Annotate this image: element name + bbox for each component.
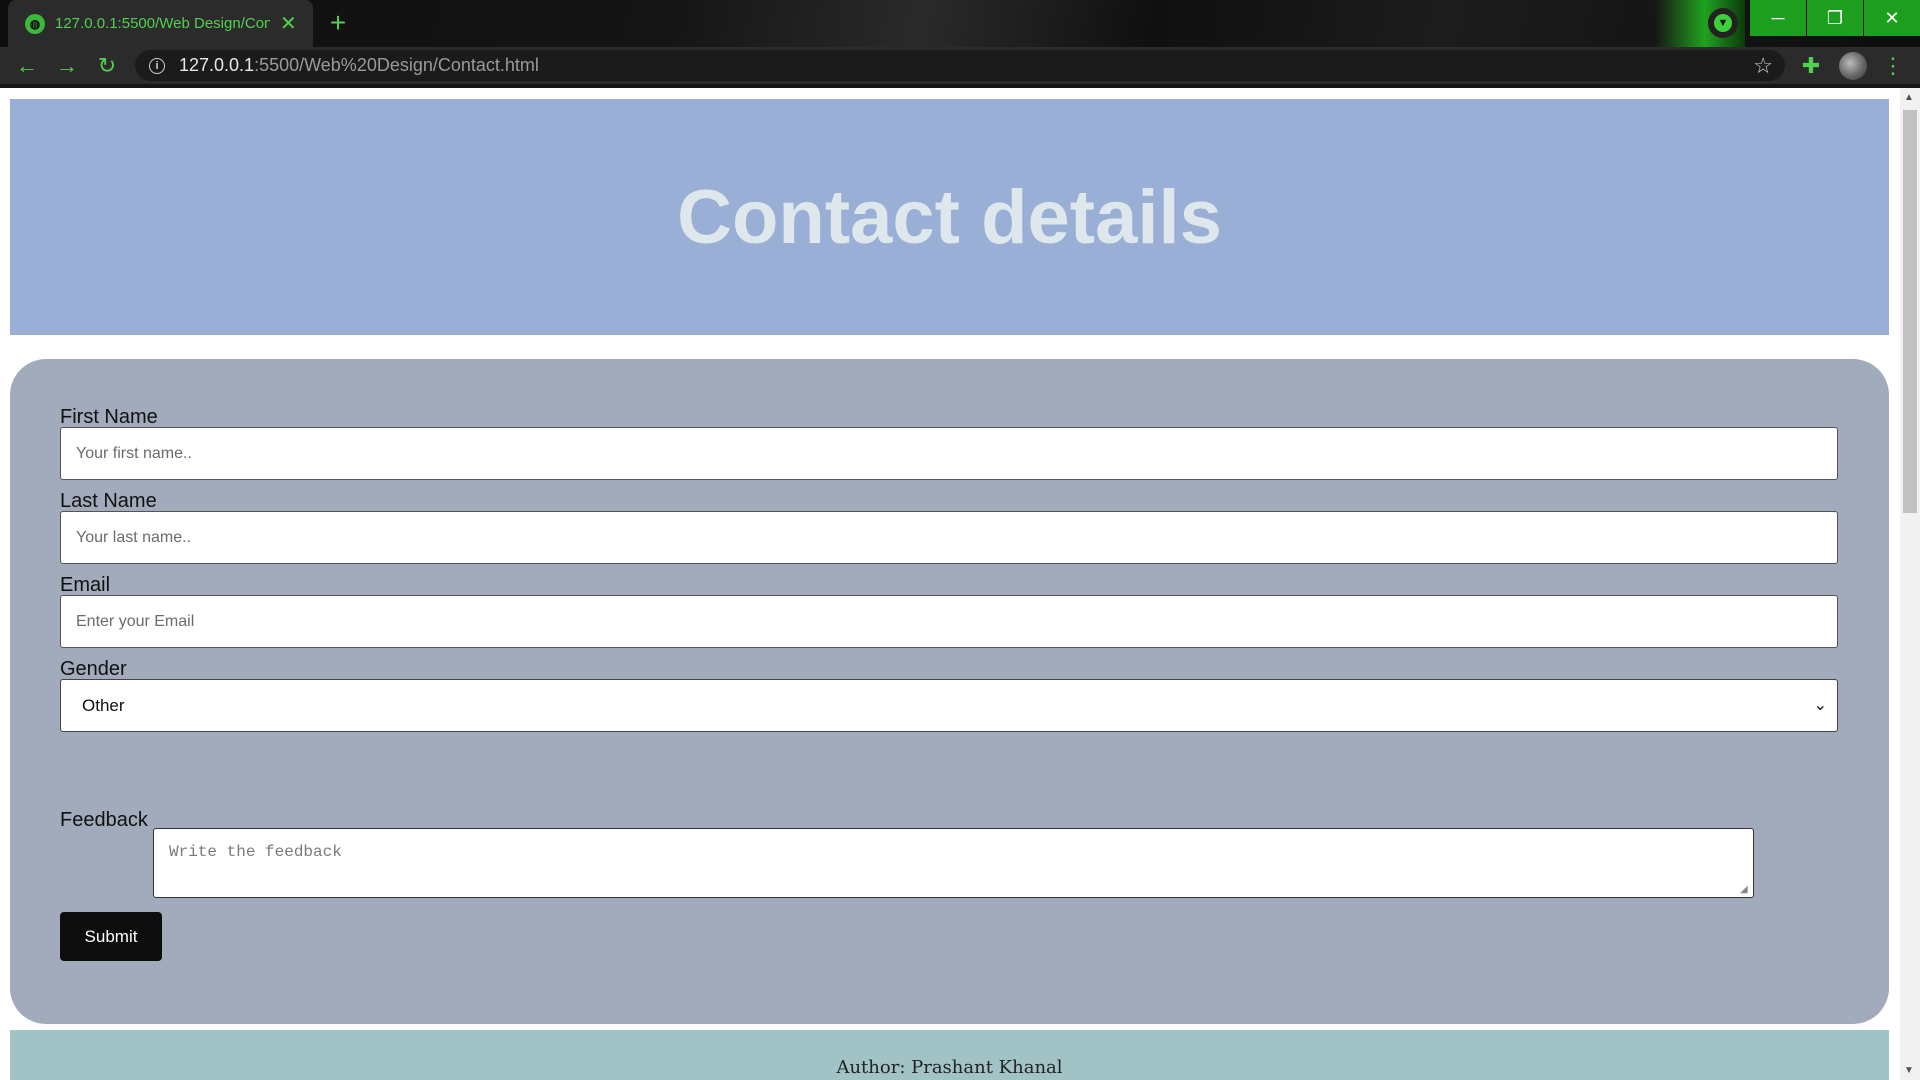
minimize-button[interactable]: ─ — [1750, 0, 1806, 36]
chevron-down-icon: ⌄ — [1813, 697, 1827, 714]
address-bar[interactable]: i 127.0.0.1:5500/Web%20Design/Contact.ht… — [135, 50, 1785, 81]
extension-button[interactable]: ▼ — [1708, 8, 1738, 38]
footer: Author: Prashant Khanal — [10, 1030, 1889, 1080]
reload-icon[interactable]: ↻ — [94, 53, 120, 79]
header-banner: Contact details — [10, 99, 1889, 335]
back-icon[interactable]: ← — [14, 53, 40, 79]
feedback-label: Feedback — [60, 809, 148, 831]
info-icon[interactable]: i — [149, 57, 165, 74]
gender-selected-value: Other — [82, 695, 125, 715]
email-input[interactable] — [60, 595, 1838, 648]
page-content: Contact details First Name Last Name Ema… — [0, 88, 1900, 1080]
url-text: 127.0.0.1:5500/Web%20Design/Contact.html — [179, 55, 539, 76]
email-label: Email — [60, 574, 111, 596]
author-credit: Author: Prashant Khanal — [836, 1057, 1063, 1078]
browser-tab[interactable]: ◍ 127.0.0.1:5500/Web Design/Contact.html… — [8, 0, 313, 47]
browser-titlebar: ◍ 127.0.0.1:5500/Web Design/Contact.html… — [0, 0, 1920, 47]
scroll-thumb[interactable] — [1903, 110, 1917, 513]
feedback-textarea[interactable] — [153, 828, 1754, 898]
gender-select[interactable]: Other ⌄ — [60, 679, 1838, 732]
menu-icon[interactable]: ⋮ — [1880, 53, 1906, 79]
gender-label: Gender — [60, 658, 127, 680]
first-name-input[interactable] — [60, 427, 1838, 480]
first-name-label: First Name — [60, 406, 158, 428]
submit-button[interactable]: Submit — [60, 912, 162, 961]
tab-title: 127.0.0.1:5500/Web Design/Contact.html — [55, 15, 270, 32]
close-tab-icon[interactable]: ✕ — [280, 14, 297, 34]
scroll-up-arrow-icon[interactable]: ▲ — [1904, 92, 1914, 103]
resize-grip-icon[interactable]: ◢ — [1740, 885, 1750, 895]
vertical-scrollbar[interactable]: ▲ ▼ — [1900, 88, 1920, 1080]
page-title: Contact details — [677, 174, 1222, 260]
download-icon: ▼ — [1714, 14, 1732, 32]
extensions-puzzle-icon[interactable]: ✚ — [1798, 53, 1824, 79]
url-host: 127.0.0.1 — [179, 55, 255, 75]
maximize-button[interactable]: ❐ — [1807, 0, 1863, 36]
url-path: :5500/Web%20Design/Contact.html — [254, 55, 539, 75]
last-name-label: Last Name — [60, 490, 157, 512]
profile-avatar[interactable] — [1839, 52, 1867, 80]
new-tab-button[interactable]: + — [320, 5, 356, 41]
close-window-button[interactable]: ✕ — [1864, 0, 1920, 36]
forward-icon[interactable]: → — [54, 53, 80, 79]
globe-icon: ◍ — [25, 13, 45, 34]
bookmark-star-icon[interactable]: ☆ — [1753, 53, 1773, 79]
last-name-input[interactable] — [60, 511, 1838, 564]
contact-form: First Name Last Name Email Gender Other … — [10, 359, 1889, 1024]
scroll-down-arrow-icon[interactable]: ▼ — [1904, 1065, 1914, 1076]
browser-toolbar: ← → ↻ i 127.0.0.1:5500/Web%20Design/Cont… — [0, 47, 1920, 84]
